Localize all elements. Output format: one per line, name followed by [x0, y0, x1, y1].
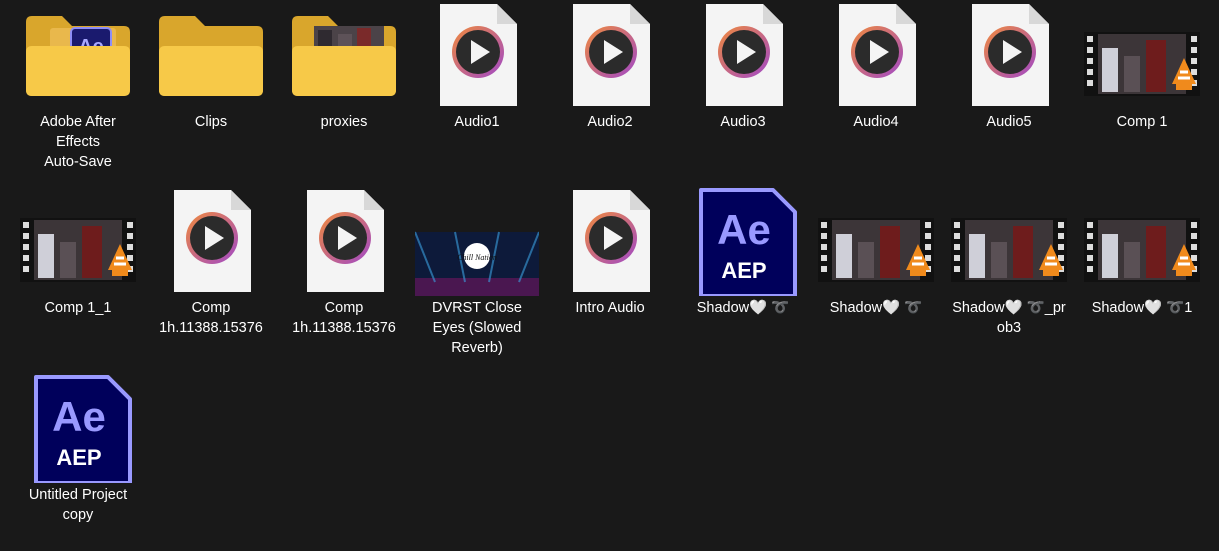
file-name-label: Clips [194, 114, 228, 130]
file-item[interactable]: Audio5 [947, 0, 1071, 132]
file-name-label: Comp 1h.11388.15376 [292, 300, 396, 336]
file-item[interactable]: Clips [149, 0, 273, 132]
file-item[interactable]: Comp 1_1 [16, 186, 140, 318]
file-item[interactable]: Ae Adobe After Effects Auto-Save [16, 0, 140, 172]
file-item[interactable]: Shadow🤍 ➰1 [1080, 186, 1204, 318]
file-name-label: Shadow🤍 ➰_pr ob3 [952, 300, 1066, 336]
audio-file-icon [149, 186, 273, 296]
file-item[interactable]: Chill Nation DVRST Close Eyes (Slowed Re… [415, 186, 539, 358]
file-name-label: DVRST Close Eyes (Slowed Reverb) [432, 300, 522, 356]
image-thumbnail: Chill Nation [415, 186, 539, 296]
folder-icon [149, 0, 273, 110]
file-item[interactable]: Audio4 [814, 0, 938, 132]
audio-file-icon [282, 186, 406, 296]
audio-file-icon [548, 186, 672, 296]
file-item[interactable]: Intro Audio [548, 186, 672, 318]
file-item[interactable]: Shadow🤍 ➰ [814, 186, 938, 318]
file-name-label: Audio4 [853, 114, 899, 130]
video-file-icon [947, 186, 1071, 296]
svg-text:Chill Nation: Chill Nation [457, 253, 497, 262]
file-name-label: Adobe After Effects Auto-Save [40, 114, 116, 170]
file-item[interactable]: proxies [282, 0, 406, 132]
file-name-label: Untitled Project copy [28, 487, 128, 523]
file-name-label: Comp 1_1 [44, 300, 112, 316]
file-name-label: Audio5 [986, 114, 1032, 130]
file-name-label: Audio2 [587, 114, 633, 130]
svg-text:Ae: Ae [717, 206, 771, 253]
file-item[interactable]: Audio3 [681, 0, 805, 132]
video-file-icon [1080, 186, 1204, 296]
folder-icon [282, 0, 406, 110]
audio-file-icon [814, 0, 938, 110]
file-name-label: Comp 1h.11388.15376 [159, 300, 263, 336]
folder-icon: Ae [16, 0, 140, 110]
file-name-label: Intro Audio [575, 300, 645, 316]
file-item[interactable]: Audio2 [548, 0, 672, 132]
audio-file-icon [681, 0, 805, 110]
svg-text:AEP: AEP [721, 258, 766, 283]
video-file-icon [1080, 0, 1204, 110]
ae-project-icon: Ae AEP [16, 373, 140, 483]
file-name-label: Shadow🤍 ➰ [829, 300, 923, 316]
file-name-label: proxies [320, 114, 368, 130]
audio-file-icon [415, 0, 539, 110]
file-item[interactable]: Comp 1h.11388.15376 [149, 186, 273, 338]
file-item[interactable]: Shadow🤍 ➰_pr ob3 [947, 186, 1071, 338]
file-item[interactable]: Ae AEP Shadow🤍 ➰ [681, 186, 805, 318]
file-item[interactable]: Audio1 [415, 0, 539, 132]
file-name-label: Comp 1 [1116, 114, 1168, 130]
file-item[interactable]: Ae AEP Untitled Project copy [16, 373, 140, 525]
file-name-label: Shadow🤍 ➰ [696, 300, 790, 316]
audio-file-icon [548, 0, 672, 110]
file-name-label: Audio3 [720, 114, 766, 130]
file-item[interactable]: Comp 1h.11388.15376 [282, 186, 406, 338]
audio-file-icon [947, 0, 1071, 110]
file-name-label: Audio1 [454, 114, 500, 130]
ae-project-icon: Ae AEP [681, 186, 805, 296]
video-file-icon [814, 186, 938, 296]
file-name-label: Shadow🤍 ➰1 [1091, 300, 1193, 316]
video-file-icon [16, 186, 140, 296]
svg-text:AEP: AEP [56, 445, 101, 470]
svg-text:Ae: Ae [52, 393, 106, 440]
file-item[interactable]: Comp 1 [1080, 0, 1204, 132]
